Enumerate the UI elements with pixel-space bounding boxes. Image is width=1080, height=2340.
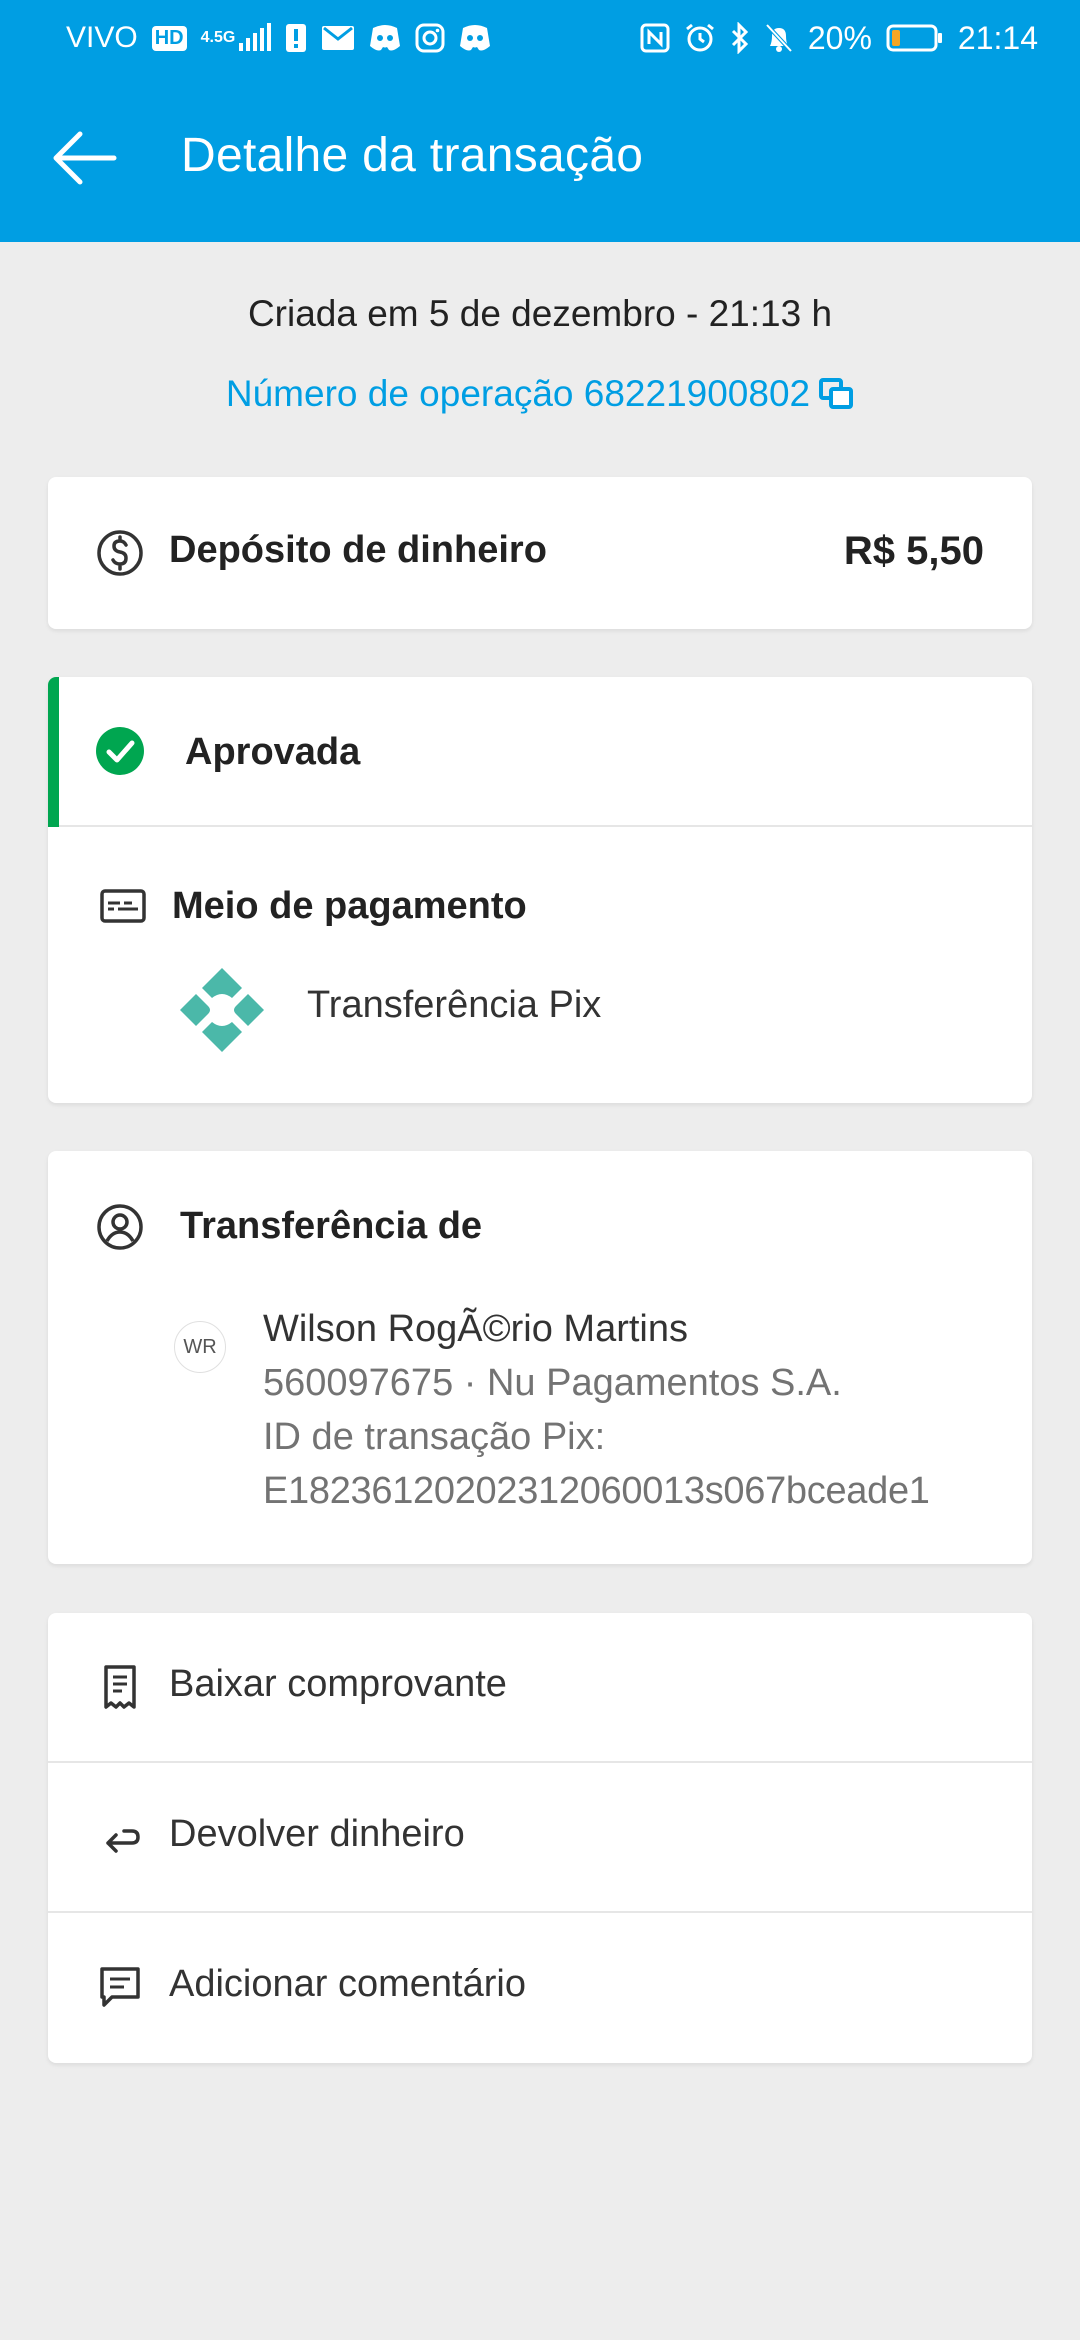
payment-method-title: Meio de pagamento xyxy=(172,885,527,927)
refund-money-label: Devolver dinheiro xyxy=(169,1813,465,1855)
transfer-from-title: Transferência de xyxy=(180,1205,483,1247)
refund-money-button[interactable]: Devolver dinheiro xyxy=(48,1763,1032,1911)
sender-name: Wilson RogÃ©rio Martins xyxy=(263,1308,688,1350)
credit-card-icon xyxy=(100,889,146,923)
summary-card: Depósito de dinheiro R$ 5,50 xyxy=(48,477,1032,629)
carrier-label: VIVO xyxy=(66,21,138,54)
avatar: WR xyxy=(174,1321,226,1373)
instagram-icon xyxy=(415,23,445,53)
status-label: Aprovada xyxy=(185,731,361,773)
summary-amount: R$ 5,50 xyxy=(843,529,984,573)
app-bar: Detalhe da transação xyxy=(0,76,1080,242)
clock: 21:14 xyxy=(957,19,1038,56)
avatar-initials: WR xyxy=(183,1335,217,1358)
discord-icon xyxy=(369,24,401,52)
page-title: Detalhe da transação xyxy=(181,129,644,182)
check-circle-icon xyxy=(96,727,144,775)
mail-icon xyxy=(321,25,355,51)
operation-number: Número de operação 68221900802 xyxy=(225,373,811,414)
dollar-circle-icon xyxy=(97,530,143,576)
download-receipt-button[interactable]: Baixar comprovante xyxy=(48,1613,1032,1761)
add-comment-label: Adicionar comentário xyxy=(169,1963,526,2005)
battery-icon xyxy=(886,23,944,53)
operation-number-link[interactable]: Número de operação 68221900802 xyxy=(0,373,1080,415)
status-row: Aprovada xyxy=(48,677,1032,827)
user-circle-icon xyxy=(97,1204,143,1250)
add-comment-button[interactable]: Adicionar comentário xyxy=(48,1913,1032,2061)
status-payment-card: Aprovada Meio de pagamento Transferência… xyxy=(48,677,1032,1103)
alert-icon xyxy=(285,23,307,53)
actions-card: Baixar comprovante Devolver dinheiro Adi… xyxy=(48,1613,1032,2063)
discord-icon-2 xyxy=(459,24,491,52)
alarm-icon xyxy=(684,22,716,54)
sender-account: 560097675 · Nu Pagamentos S.A. xyxy=(263,1362,842,1404)
return-arrow-icon xyxy=(106,1829,140,1853)
copy-icon[interactable] xyxy=(818,377,854,411)
status-accent-bar xyxy=(48,677,59,827)
receipt-icon xyxy=(104,1665,136,1709)
transfer-from-card: Transferência de WR Wilson RogÃ©rio Mart… xyxy=(48,1151,1032,1564)
mute-bell-icon xyxy=(764,22,794,54)
bluetooth-icon xyxy=(730,22,750,54)
battery-percent: 20% xyxy=(807,19,872,56)
pix-logo-icon xyxy=(180,968,264,1052)
pix-id-value: E18236120202312060013s067bceade1 xyxy=(263,1470,930,1512)
hd-badge: HD xyxy=(151,25,187,51)
created-date: Criada em 5 de dezembro - 21:13 h xyxy=(247,293,833,334)
summary-label: Depósito de dinheiro xyxy=(169,529,547,571)
download-receipt-label: Baixar comprovante xyxy=(169,1663,507,1705)
back-button[interactable] xyxy=(46,126,122,190)
nfc-icon xyxy=(640,23,670,53)
pix-id-label: ID de transação Pix: xyxy=(263,1416,606,1458)
payment-method-value: Transferência Pix xyxy=(307,984,602,1026)
arrow-left-icon xyxy=(53,131,117,185)
comment-icon xyxy=(100,1967,140,2007)
status-bar: VIVO HD 4.5G 20% 21:14 xyxy=(0,0,1080,76)
signal-icon: 4.5G xyxy=(201,23,272,53)
